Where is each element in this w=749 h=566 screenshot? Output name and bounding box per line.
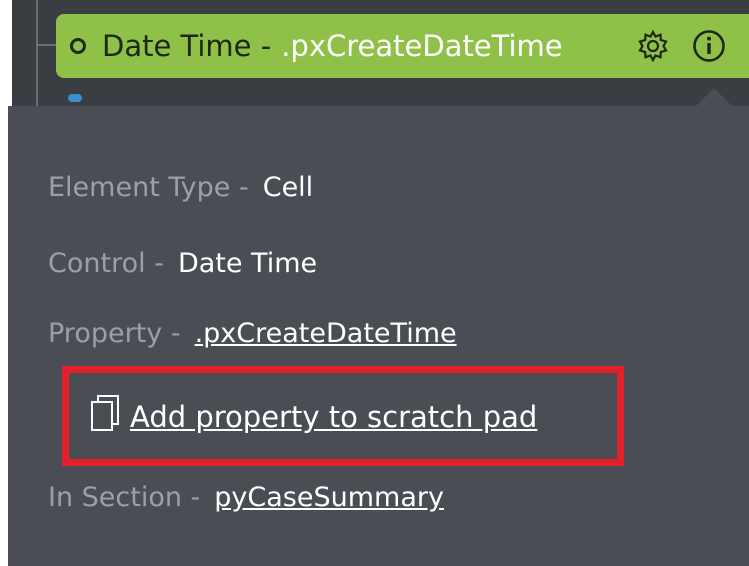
property-link[interactable]: .pxCreateDateTime — [195, 318, 457, 349]
document-icon — [91, 395, 119, 431]
info-icon[interactable] — [692, 29, 726, 63]
node-property: .pxCreateDateTime — [281, 29, 563, 63]
element-type-label: Element Type - — [48, 172, 249, 203]
control-row: Control - Date Time — [48, 248, 317, 279]
popover-caret — [696, 88, 732, 106]
next-node-indicator — [68, 94, 82, 102]
add-to-scratch-pad-link[interactable]: Add property to scratch pad — [88, 392, 537, 434]
tree-connector-vertical — [36, 0, 38, 106]
add-to-scratch-pad-text: Add property to scratch pad — [130, 400, 538, 434]
section-label: In Section - — [48, 482, 201, 513]
property-label: Property - — [48, 318, 181, 349]
circle-icon — [70, 38, 86, 54]
node-title: Date Time - — [102, 29, 272, 63]
control-label: Control - — [48, 248, 164, 279]
selected-cell-node[interactable]: Date Time - .pxCreateDateTime — [56, 14, 749, 78]
tree-connector-horizontal — [36, 44, 58, 46]
gear-icon[interactable] — [636, 29, 670, 63]
section-link[interactable]: pyCaseSummary — [214, 482, 444, 513]
property-row: Property - .pxCreateDateTime — [48, 318, 457, 349]
property-inspector: Date Time - .pxCreateDateTime Element Ty… — [0, 0, 749, 566]
control-value: Date Time — [177, 248, 318, 279]
element-type-value: Cell — [262, 172, 314, 203]
section-row: In Section - pyCaseSummary — [48, 482, 444, 513]
element-type-row: Element Type - Cell — [48, 172, 313, 203]
